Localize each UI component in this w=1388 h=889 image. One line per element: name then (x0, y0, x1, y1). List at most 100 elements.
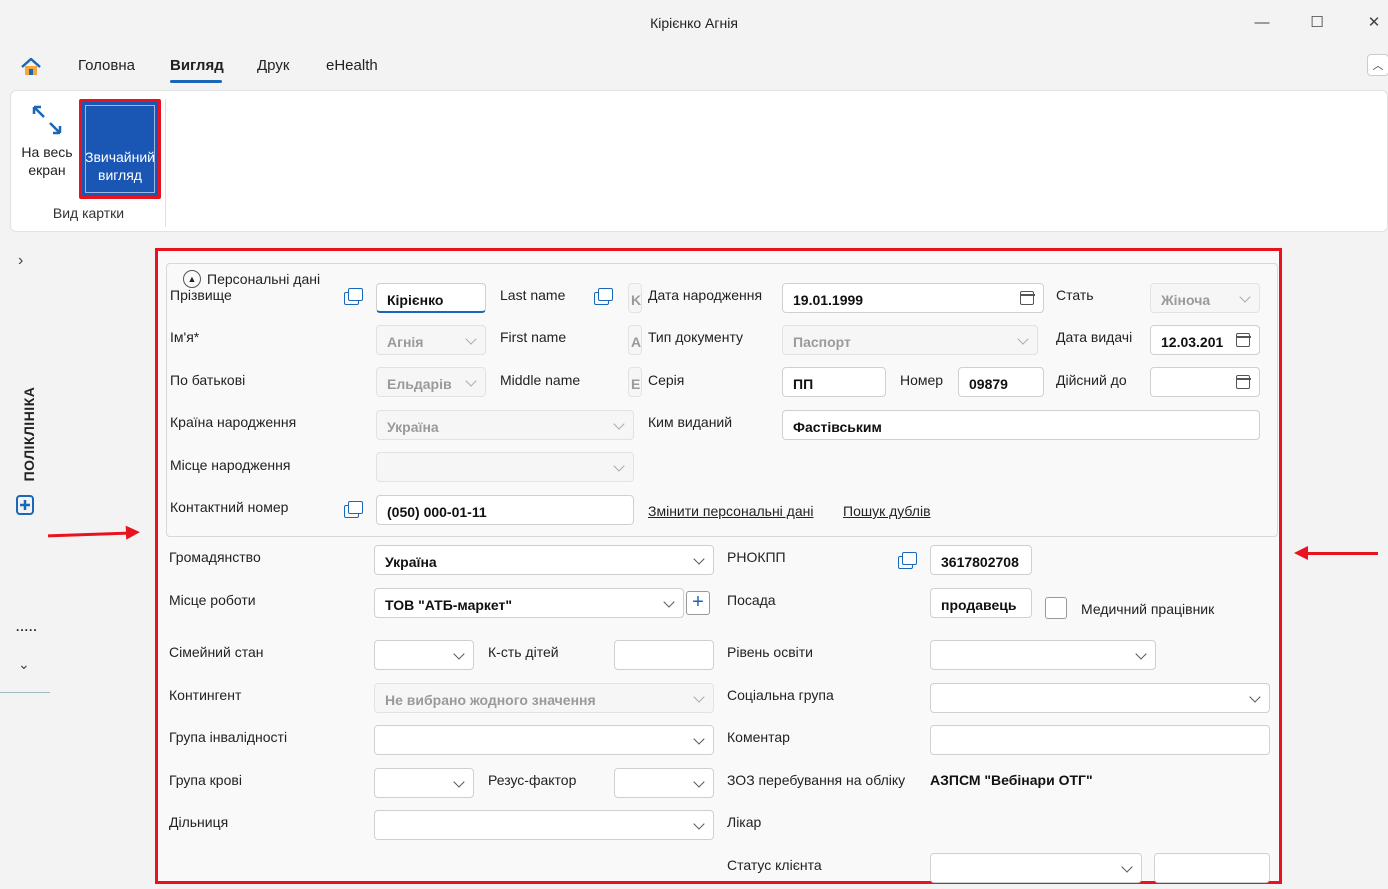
close-button[interactable]: ✕ (1362, 10, 1386, 34)
ribbon-panel: На весь екран Звичайний вигляд Вид картк… (10, 90, 1388, 232)
number-label: Номер (900, 372, 944, 388)
search-duplicates-link[interactable]: Пошук дублів (843, 503, 931, 519)
number-field[interactable]: 09879 (958, 367, 1044, 397)
chevron-down-icon (453, 648, 465, 660)
citizenship-value: Україна (385, 554, 437, 570)
contingent-label: Контингент (169, 687, 242, 703)
tab-view[interactable]: Вигляд (170, 57, 224, 74)
chevron-down-icon (693, 553, 705, 565)
series-label: Серія (648, 372, 685, 388)
children-count-field[interactable] (614, 640, 714, 670)
rnokpp-field[interactable]: 3617802708 (930, 545, 1032, 575)
birthdate-field[interactable]: 19.01.1999 (782, 283, 1044, 313)
sidebar-divider (0, 692, 50, 693)
rh-factor-select[interactable] (614, 768, 714, 798)
birthdate-value: 19.01.1999 (793, 292, 864, 308)
citizenship-label: Громадянство (169, 549, 261, 565)
surname-label: Прізвище (170, 287, 232, 303)
surname-field[interactable]: Кірієнко (376, 283, 486, 313)
chevron-down-icon (1017, 333, 1029, 345)
sidebar-section[interactable]: ПОЛІКЛІНІКА (14, 386, 38, 496)
tab-ehealth[interactable]: eHealth (326, 57, 378, 74)
sex-select[interactable]: Жіноча (1150, 283, 1260, 313)
lastname-field[interactable]: K (628, 283, 642, 313)
issued-by-field[interactable]: Фастівським (782, 410, 1260, 440)
firstname-field[interactable]: A (628, 325, 642, 355)
personal-data-group: ▲ Персональні дані (166, 263, 1278, 537)
button-focus-frame (85, 105, 155, 193)
tab-print[interactable]: Друк (257, 57, 289, 74)
blood-group-select[interactable] (374, 768, 474, 798)
district-select[interactable] (374, 810, 714, 840)
phone-field[interactable]: (050) 000-01-11 (376, 495, 634, 525)
minimize-button[interactable]: — (1250, 10, 1274, 34)
workplace-label: Місце роботи (169, 592, 256, 608)
lastname-label: Last name (500, 287, 566, 303)
medical-worker-label: Медичний працівник (1081, 601, 1215, 617)
copy-icon[interactable] (344, 501, 364, 519)
issue-date-label: Дата видачі (1056, 329, 1133, 345)
copy-icon[interactable] (344, 288, 364, 306)
maximize-button[interactable]: ☐ (1305, 10, 1329, 34)
education-label: Рівень освіти (727, 644, 813, 660)
personal-data-header[interactable]: ▲ Персональні дані (183, 270, 320, 288)
birth-place-label: Місце народження (170, 457, 291, 473)
birthdate-label: Дата народження (648, 287, 763, 303)
chevron-down-icon[interactable]: ⌄ (18, 656, 30, 673)
position-field[interactable]: продавець (930, 588, 1032, 618)
comment-field[interactable] (930, 725, 1270, 755)
workplace-select[interactable]: ТОВ "АТБ-маркет" (374, 588, 684, 618)
fullscreen-label-line2: екран (28, 162, 66, 178)
social-group-label: Соціальна група (727, 687, 834, 703)
change-personal-data-link[interactable]: Змінити персональні дані (648, 503, 813, 519)
collapse-icon[interactable]: ▲ (183, 270, 201, 288)
medical-worker-checkbox[interactable] (1045, 597, 1067, 619)
add-workplace-button[interactable]: + (686, 591, 710, 615)
middlename-label: Middle name (500, 372, 581, 388)
middlename-field[interactable]: E (628, 367, 642, 397)
workplace-value: ТОВ "АТБ-маркет" (385, 597, 513, 613)
expand-icon (32, 105, 62, 135)
doctype-select[interactable]: Паспорт (782, 325, 1038, 355)
window-title: Кірієнко Агнія (650, 15, 738, 31)
fullscreen-button[interactable]: На весь екран (18, 103, 76, 193)
chevron-down-icon (693, 776, 705, 788)
marital-status-select[interactable] (374, 640, 474, 670)
citizenship-select[interactable]: Україна (374, 545, 714, 575)
calendar-icon[interactable] (1235, 375, 1251, 389)
collapse-ribbon-button[interactable]: ︿ (1367, 54, 1388, 76)
more-dots[interactable]: ..... (16, 620, 38, 634)
copy-icon[interactable] (594, 288, 614, 306)
client-status-select[interactable] (930, 853, 1142, 883)
calendar-icon[interactable] (1235, 333, 1251, 347)
tab-home[interactable]: Головна (78, 57, 135, 74)
birth-country-select[interactable]: Україна (376, 410, 634, 440)
home-icon[interactable] (20, 56, 42, 78)
name-select[interactable]: Агнія (376, 325, 486, 355)
medical-plus-icon[interactable] (14, 494, 36, 516)
series-field[interactable]: ПП (782, 367, 886, 397)
zoz-label: ЗОЗ перебування на обліку (727, 772, 906, 788)
birth-place-select[interactable] (376, 452, 634, 482)
client-status-extra-field[interactable] (1154, 853, 1270, 883)
client-status-label: Статус клієнта (727, 857, 822, 873)
valid-until-field[interactable] (1150, 367, 1260, 397)
disability-group-label: Група інвалідності (169, 729, 288, 745)
ribbon-tabs: Головна Вигляд Друк eHealth ︿ (0, 46, 1388, 90)
chevron-down-icon (613, 418, 625, 430)
disability-group-select[interactable] (374, 725, 714, 755)
position-label: Посада (727, 592, 776, 608)
marital-status-label: Сімейний стан (169, 644, 264, 660)
copy-icon[interactable] (898, 552, 918, 570)
education-select[interactable] (930, 640, 1156, 670)
chevron-down-icon (465, 375, 477, 387)
normal-view-button[interactable]: Звичайний вигляд (79, 99, 161, 199)
contingent-select[interactable]: Не вибрано жодного значення (374, 683, 714, 713)
social-group-select[interactable] (930, 683, 1270, 713)
fullscreen-label-line1: На весь (21, 144, 73, 160)
patronymic-select[interactable]: Ельдарів (376, 367, 486, 397)
chevron-down-icon (1239, 291, 1251, 303)
issue-date-field[interactable]: 12.03.201 (1150, 325, 1260, 355)
calendar-icon[interactable] (1019, 291, 1035, 305)
expand-sidebar-icon[interactable]: › (18, 252, 23, 270)
